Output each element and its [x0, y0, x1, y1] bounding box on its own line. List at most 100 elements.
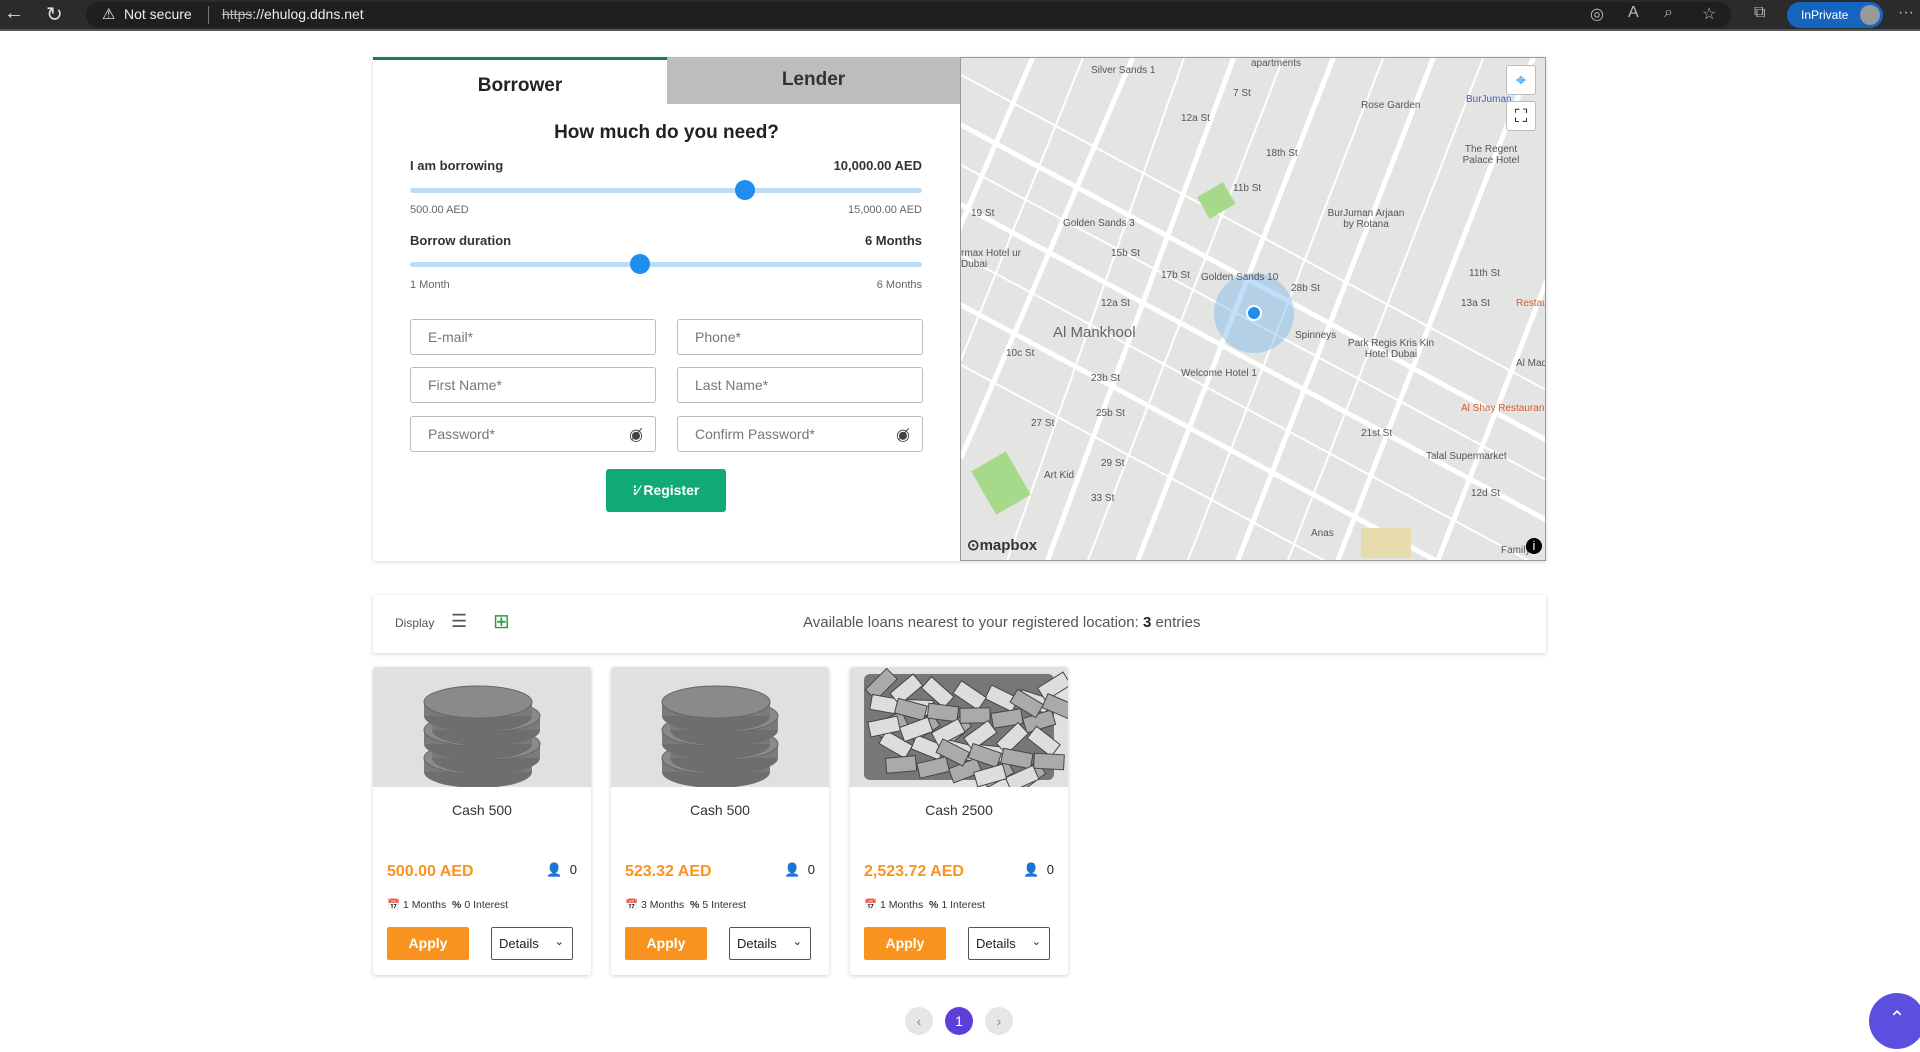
- summary-prefix: Available loans nearest to your register…: [803, 614, 1143, 631]
- loan-price: 523.32 AED: [625, 863, 712, 880]
- amount-slider[interactable]: [410, 180, 922, 200]
- loan-image-coins: [373, 667, 591, 788]
- url-text[interactable]: https://ehulog.ddns.net: [222, 6, 364, 22]
- eye-off-icon[interactable]: ◉̸: [896, 425, 910, 445]
- loan-users: 👤 0: [1023, 862, 1054, 878]
- loan-price: 2,523.72 AED: [864, 863, 964, 880]
- loan-title: Cash 500: [452, 802, 512, 818]
- password-placeholder: Password*: [428, 426, 495, 442]
- display-toolbar: Display ☰ ⊞ Available loans nearest to y…: [373, 595, 1546, 653]
- map-label: Al Shay Restaurant: [1461, 403, 1546, 414]
- map-label: Rose Garden: [1361, 100, 1421, 111]
- user-icon: 👤: [1023, 862, 1040, 877]
- loan-meta: 📅 1 Months % 0 Interest: [387, 898, 508, 911]
- warning-icon: ⚠: [102, 6, 116, 23]
- page-1-button[interactable]: 1: [945, 1007, 973, 1035]
- summary-suffix: entries: [1151, 614, 1201, 631]
- mapbox-logo[interactable]: ⊙mapbox: [967, 536, 1037, 554]
- back-icon[interactable]: ←: [4, 2, 24, 25]
- geolocate-icon[interactable]: ⌖: [1506, 65, 1536, 95]
- more-icon[interactable]: ···: [1898, 4, 1914, 22]
- register-label: Register: [643, 482, 700, 498]
- details-button[interactable]: Details ⌄: [968, 927, 1050, 960]
- zoom-icon[interactable]: ⌕: [1664, 4, 1673, 22]
- loan-title: Cash 500: [690, 802, 750, 818]
- chevron-down-icon: ⌄: [1031, 936, 1041, 948]
- map[interactable]: Silver Sands 1 apartments Rose Garden Bu…: [960, 57, 1546, 561]
- map-label: 28b St: [1291, 283, 1320, 294]
- tab-lender[interactable]: Lender: [667, 57, 960, 104]
- map-label: Anas: [1311, 528, 1334, 539]
- next-page-button[interactable]: ›: [985, 1007, 1013, 1035]
- map-label: 12a St: [1101, 298, 1130, 309]
- display-label: Display: [395, 616, 435, 630]
- apply-button[interactable]: Apply: [387, 927, 469, 960]
- loan-interest: 5 Interest: [702, 899, 747, 911]
- details-button[interactable]: Details ⌄: [491, 927, 573, 960]
- chevron-down-icon: ⌄: [792, 936, 802, 948]
- register-button[interactable]: ⁝⁄ Register: [606, 469, 726, 512]
- map-label: 29 St: [1101, 458, 1125, 469]
- security-status[interactable]: Not secure: [124, 6, 192, 22]
- map-label: 11b St: [1233, 183, 1262, 194]
- refresh-icon[interactable]: ↻: [46, 2, 63, 27]
- scroll-to-top-button[interactable]: ⌃: [1869, 993, 1920, 1049]
- map-label: 13a St: [1461, 298, 1490, 309]
- inprivate-badge[interactable]: InPrivate: [1787, 2, 1883, 28]
- map-label: 33 St: [1091, 493, 1115, 504]
- grid-view-icon[interactable]: ⊞: [493, 609, 510, 634]
- apply-button[interactable]: Apply: [864, 927, 946, 960]
- list-view-icon[interactable]: ☰: [451, 611, 467, 632]
- browser-toolbar: ← ↻ ⚠ Not secure https://ehulog.ddns.net…: [0, 0, 1920, 31]
- eye-off-icon[interactable]: ◉̸: [629, 425, 643, 445]
- tab-borrower[interactable]: Borrower: [373, 57, 667, 104]
- map-label: 15b St: [1111, 248, 1140, 259]
- details-button[interactable]: Details ⌄: [729, 927, 811, 960]
- calendar-icon: 📅: [864, 899, 878, 911]
- map-label: 10c St: [1006, 348, 1035, 359]
- phone-field[interactable]: Phone*: [677, 319, 923, 355]
- password-field[interactable]: Password* ◉̸: [410, 416, 656, 452]
- loan-image-banknotes: [850, 667, 1068, 793]
- map-label: Park Regis Kris Kin Hotel Dubai: [1347, 338, 1435, 360]
- chevron-down-icon: ⌄: [554, 936, 564, 948]
- email-field[interactable]: E-mail*: [410, 319, 656, 355]
- map-label: Welcome Hotel 1: [1181, 368, 1257, 379]
- first-name-field[interactable]: First Name*: [410, 367, 656, 403]
- apply-button[interactable]: Apply: [625, 927, 707, 960]
- details-label: Details: [737, 936, 777, 951]
- mapbox-label: mapbox: [979, 537, 1038, 554]
- favorites-icon[interactable]: ☆: [1702, 4, 1716, 24]
- duration-label: Borrow duration: [410, 233, 512, 248]
- map-label: Restauran: [1516, 298, 1545, 309]
- map-label: 18th St: [1266, 148, 1298, 159]
- map-streets: [961, 58, 1545, 560]
- map-label: BurJuman: [1466, 94, 1512, 105]
- user-count: 0: [807, 862, 815, 877]
- avatar: [1860, 5, 1880, 25]
- confirm-password-field[interactable]: Confirm Password* ◉̸: [677, 416, 923, 452]
- last-name-field[interactable]: Last Name*: [677, 367, 923, 403]
- register-icon: ⁝⁄: [632, 482, 644, 498]
- fullscreen-icon[interactable]: ⛶: [1506, 101, 1536, 131]
- form-heading: How much do you need?: [554, 122, 779, 143]
- calendar-icon: 📅: [387, 899, 401, 911]
- url-host: ://ehulog.ddns.net: [252, 6, 364, 22]
- prev-page-button[interactable]: ‹: [905, 1007, 933, 1035]
- loan-users: 👤 0: [784, 862, 815, 878]
- calendar-icon: 📅: [625, 899, 639, 911]
- map-label: Golden Sands 10: [1201, 272, 1279, 283]
- percent-icon: %: [929, 899, 939, 911]
- map-label: apartments: [1251, 58, 1302, 69]
- collections-icon[interactable]: ⧉: [1754, 4, 1765, 22]
- info-icon[interactable]: i: [1526, 538, 1542, 554]
- location-icon[interactable]: ◎: [1590, 4, 1604, 24]
- read-aloud-icon[interactable]: A: [1628, 4, 1639, 22]
- map-label: Art Kid: [1044, 470, 1075, 481]
- details-label: Details: [976, 936, 1016, 951]
- divider: [208, 6, 209, 24]
- user-count: 0: [569, 862, 577, 877]
- map-label: Talal Supermarket: [1426, 451, 1507, 462]
- duration-slider[interactable]: [410, 254, 922, 274]
- loan-duration: 1 Months: [403, 899, 447, 911]
